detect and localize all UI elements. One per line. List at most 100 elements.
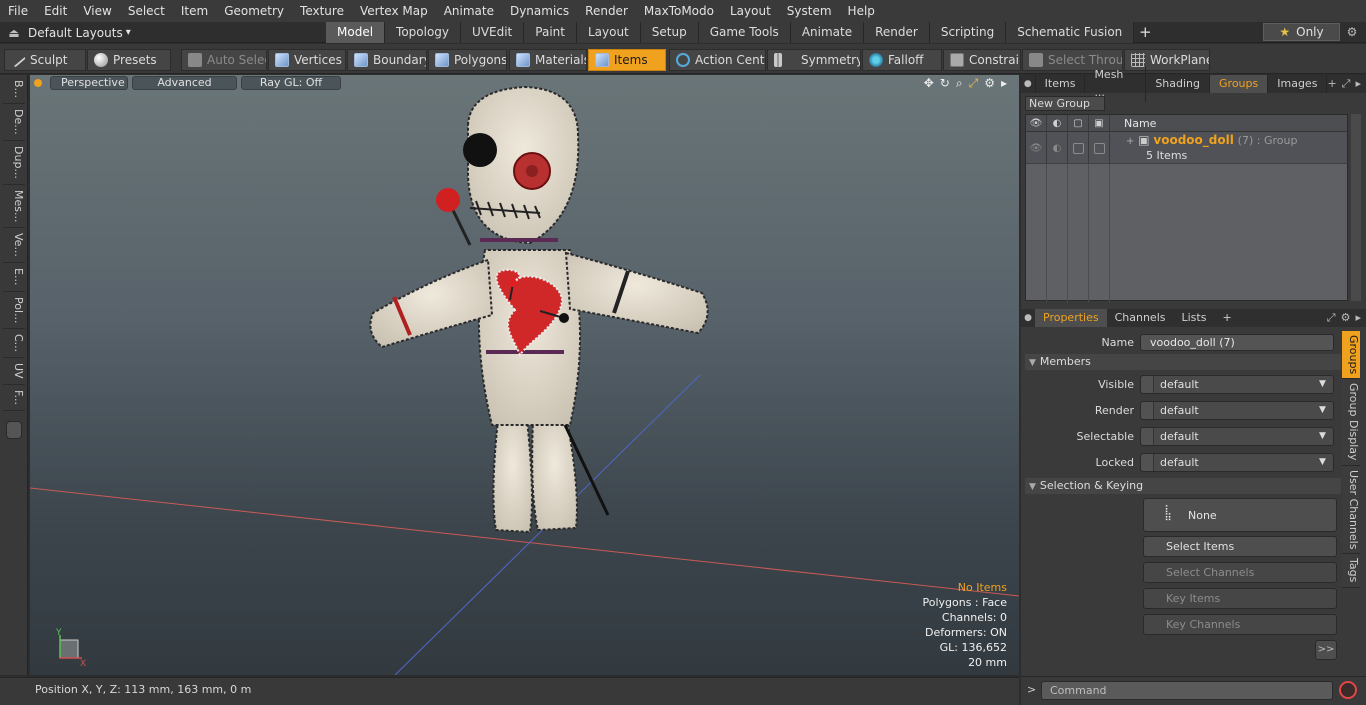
menu-layout[interactable]: Layout [722, 0, 779, 22]
home-icon[interactable]: ⏏ [0, 26, 28, 40]
tab-schematic-fusion[interactable]: Schematic Fusion [1006, 22, 1135, 43]
layouts-dropdown[interactable]: ⏏ Default Layouts ▾ [0, 22, 130, 43]
group-row[interactable]: 👁 ◐ + ▣ voodoo_doll (7) : Group 5 Items [1026, 132, 1347, 164]
key-channels-button[interactable]: Key Channels [1143, 614, 1337, 635]
menu-file[interactable]: File [0, 0, 36, 22]
zoom-icon[interactable]: ⌕ [956, 76, 963, 91]
tab-uvedit[interactable]: UVEdit [461, 22, 525, 43]
materials-button[interactable]: Materials [509, 49, 587, 71]
name-field[interactable]: voodoo_doll (7) [1140, 333, 1334, 351]
sculpt-button[interactable]: Sculpt [4, 49, 86, 71]
prop-tab-lists[interactable]: Lists [1174, 309, 1215, 327]
left-tab-3[interactable]: Mes... [3, 185, 25, 229]
group-visible-icon[interactable]: 👁 [1026, 132, 1047, 164]
group-list-scrollbar[interactable] [1351, 114, 1361, 301]
shading-dropdown[interactable]: Advanced [132, 76, 237, 90]
members-section[interactable]: ▼ Members [1025, 354, 1341, 370]
tab-model[interactable]: Model [326, 22, 386, 43]
selectable-dropdown[interactable]: default ▼ [1140, 426, 1334, 446]
group-info[interactable]: + ▣ voodoo_doll (7) : Group 5 Items [1110, 132, 1297, 163]
add-tab-icon[interactable]: + [1327, 77, 1336, 91]
expand-panel-icon[interactable]: ⤢ [1342, 77, 1351, 91]
panel-menu-icon[interactable]: ▸ [1355, 311, 1361, 325]
expand-panel-icon[interactable]: ⤢ [1327, 311, 1336, 325]
left-tab-6[interactable]: Pol... [3, 292, 25, 330]
render-dropdown[interactable]: default ▼ [1140, 400, 1334, 420]
left-tab-1[interactable]: De... [3, 104, 25, 141]
lock-column-icon[interactable]: ▣ [1089, 114, 1110, 132]
auto-select-button[interactable]: Auto Select [181, 49, 267, 71]
symmetry-button[interactable]: Symmetry [767, 49, 861, 71]
only-button[interactable]: ★ Only [1263, 23, 1340, 41]
polygons-button[interactable]: Polygons [428, 49, 507, 71]
prop-tab-channels[interactable]: Channels [1107, 309, 1174, 327]
menu-maxtomodo[interactable]: MaxToModo [636, 0, 722, 22]
panel-menu-icon[interactable]: ▸ [1355, 77, 1361, 91]
items-button[interactable]: Items5 [588, 49, 666, 71]
command-input[interactable]: Command [1041, 681, 1333, 700]
visibility-column-icon[interactable]: 👁 [1026, 114, 1047, 132]
panel-gear-icon[interactable]: ⚙ [1341, 311, 1351, 325]
right-tab-shading[interactable]: Shading [1146, 75, 1211, 93]
menu-system[interactable]: System [779, 0, 840, 22]
view-mode-dropdown[interactable]: Perspective [50, 76, 128, 90]
group-lock-toggle[interactable] [1089, 132, 1110, 164]
side-tab-user-channels[interactable]: User Channels [1342, 465, 1360, 555]
tab-paint[interactable]: Paint [524, 22, 577, 43]
left-tab-9[interactable]: F... [3, 385, 25, 411]
left-strip-toggle[interactable] [6, 420, 22, 439]
falloff-button[interactable]: Falloff [862, 49, 942, 71]
select-items-button[interactable]: Select Items [1143, 536, 1337, 557]
add-tab-icon[interactable]: + [1134, 22, 1156, 43]
left-tab-7[interactable]: C... [3, 329, 25, 359]
expand-icon[interactable]: + [1126, 136, 1134, 147]
move-view-icon[interactable]: ✥ [924, 76, 934, 91]
tab-layout[interactable]: Layout [576, 22, 641, 43]
prop-tab-properties[interactable]: Properties [1035, 309, 1107, 327]
group-render-icon[interactable]: ◐ [1047, 132, 1068, 164]
key-items-button[interactable]: Key Items [1143, 588, 1337, 609]
more-button[interactable]: >> [1315, 640, 1337, 660]
left-tab-5[interactable]: E... [3, 263, 25, 292]
boundary-button[interactable]: Boundary [347, 49, 427, 71]
tab-setup[interactable]: Setup [640, 22, 699, 43]
left-tab-0[interactable]: B... [3, 75, 25, 105]
action-center-button[interactable]: Action Center [669, 49, 766, 71]
constraints-button[interactable]: Constrai... [943, 49, 1021, 71]
presets-button[interactable]: Presets [87, 49, 171, 71]
name-column-header[interactable]: Name [1110, 117, 1156, 130]
menu-view[interactable]: View [75, 0, 119, 22]
3d-viewport[interactable]: Y X Perspective Advanced Ray GL: Off ✥ ↻… [30, 75, 1019, 675]
visible-dropdown[interactable]: default ▼ [1140, 374, 1334, 394]
locked-dropdown[interactable]: default ▼ [1140, 452, 1334, 472]
right-tab-images[interactable]: Images [1268, 75, 1328, 93]
group-select-toggle[interactable] [1068, 132, 1089, 164]
vertices-button[interactable]: Vertices1 [268, 49, 346, 71]
menu-edit[interactable]: Edit [36, 0, 75, 22]
tab-scripting[interactable]: Scripting [929, 22, 1007, 43]
tab-game-tools[interactable]: Game Tools [698, 22, 791, 43]
menu-item[interactable]: Item [173, 0, 216, 22]
none-button[interactable]: ⠇ ⠿ None [1143, 498, 1337, 532]
viewport-gear-icon[interactable]: ⚙ [984, 76, 995, 91]
left-tab-2[interactable]: Dup... [3, 141, 25, 185]
group-list[interactable]: 👁 ◐ ▢ ▣ Name 👁 ◐ + ▣ voodoo_doll (7) : G… [1025, 114, 1348, 302]
gear-icon[interactable]: ⚙ [1340, 22, 1364, 42]
new-group-button[interactable]: New Group [1025, 96, 1105, 111]
select-column-icon[interactable]: ▢ [1068, 114, 1089, 132]
menu-texture[interactable]: Texture [292, 0, 352, 22]
menu-vertex-map[interactable]: Vertex Map [352, 0, 436, 22]
select-channels-button[interactable]: Select Channels [1143, 562, 1337, 583]
tab-topology[interactable]: Topology [385, 22, 462, 43]
left-tab-4[interactable]: Ve... [3, 228, 25, 264]
fit-icon[interactable]: ⤢ [969, 76, 979, 91]
tab-animate[interactable]: Animate [790, 22, 865, 43]
menu-select[interactable]: Select [120, 0, 173, 22]
add-tab-icon[interactable]: + [1214, 309, 1239, 327]
menu-dynamics[interactable]: Dynamics [502, 0, 577, 22]
render-column-icon[interactable]: ◐ [1047, 114, 1068, 132]
side-tab-groups[interactable]: Groups [1342, 331, 1360, 380]
raygl-toggle[interactable]: Ray GL: Off [241, 76, 341, 90]
selection-keying-section[interactable]: ▼ Selection & Keying [1025, 478, 1341, 494]
viewport-expand-icon[interactable]: ▸ [1001, 76, 1007, 91]
